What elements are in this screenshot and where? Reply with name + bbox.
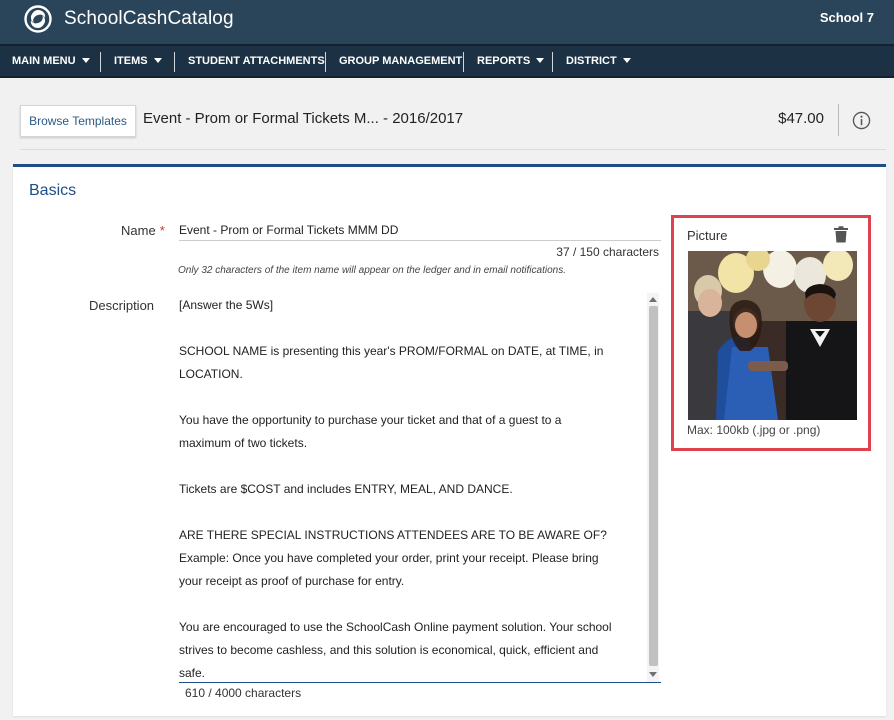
- description-line: [Answer the 5Ws]: [179, 298, 274, 312]
- nav-student-attachments[interactable]: STUDENT ATTACHMENTS: [188, 46, 325, 76]
- nav-group-management[interactable]: GROUP MANAGEMENT: [339, 46, 462, 76]
- name-input[interactable]: [179, 219, 661, 241]
- description-line: Example: Once you have completed your or…: [179, 551, 599, 565]
- description-line: ARE THERE SPECIAL INSTRUCTIONS ATTENDEES…: [179, 528, 607, 542]
- top-bar: SchoolCashCatalog School 7: [0, 0, 894, 44]
- nav-label: GROUP MANAGEMENT: [339, 55, 463, 67]
- nav-label: REPORTS: [477, 55, 531, 67]
- main-nav: MAIN MENU ITEMS STUDENT ATTACHMENTS GROU…: [0, 44, 894, 78]
- app-brand: SchoolCashCatalog: [64, 8, 234, 29]
- required-mark: *: [159, 223, 165, 238]
- nav-divider: [174, 52, 175, 72]
- scrollbar-thumb[interactable]: [649, 306, 658, 666]
- picture-label: Picture: [687, 228, 728, 243]
- description-scrollbar[interactable]: [647, 293, 659, 682]
- info-icon[interactable]: [852, 111, 871, 130]
- nav-main-menu[interactable]: MAIN MENU: [12, 46, 90, 76]
- description-label: Description: [89, 298, 155, 313]
- nav-divider: [552, 52, 553, 72]
- browse-templates-button[interactable]: Browse Templates: [20, 105, 136, 137]
- nav-label: STUDENT ATTACHMENTS: [188, 55, 325, 67]
- item-price: $47.00: [778, 110, 824, 127]
- schoolcash-logo-icon: [24, 5, 52, 33]
- description-line: maximum of two tickets.: [179, 436, 308, 450]
- description-line: You are encouraged to use the SchoolCash…: [179, 620, 612, 634]
- basics-card: Basics Name* 37 / 150 characters Only 32…: [13, 164, 886, 716]
- description-line: SCHOOL NAME is presenting this year's PR…: [179, 344, 604, 358]
- nav-reports[interactable]: REPORTS: [477, 46, 545, 76]
- name-label: Name *: [121, 223, 165, 238]
- picture-panel: Picture Max: 100kb (.jpg or .png): [671, 215, 871, 451]
- description-line: your receipt as proof of purchase for en…: [179, 574, 405, 588]
- trash-icon[interactable]: [833, 226, 849, 243]
- item-header: Browse Templates Event - Prom or Formal …: [0, 80, 894, 164]
- name-char-count: 37 / 150 characters: [556, 245, 659, 259]
- description-line: You have the opportunity to purchase you…: [179, 413, 562, 427]
- name-hint: Only 32 characters of the item name will…: [178, 265, 566, 276]
- description-line: strives to become cashless, and this sol…: [179, 643, 599, 657]
- nav-label: MAIN MENU: [12, 55, 76, 67]
- chevron-down-icon: [536, 57, 545, 63]
- prom-photo-image[interactable]: [688, 251, 857, 420]
- nav-divider: [325, 52, 326, 72]
- school-selector[interactable]: School 7: [820, 10, 874, 25]
- header-divider: [838, 104, 839, 136]
- description-line: safe.: [179, 666, 206, 680]
- item-title: Event - Prom or Formal Tickets M... - 20…: [143, 110, 464, 127]
- description-line: LOCATION.: [179, 367, 243, 381]
- chevron-down-icon: [153, 57, 162, 63]
- description-char-count: 610 / 4000 characters: [185, 686, 302, 700]
- chevron-down-icon: [622, 57, 631, 63]
- nav-label: DISTRICT: [566, 55, 617, 67]
- nav-label: ITEMS: [114, 55, 148, 67]
- section-title: Basics: [29, 182, 77, 199]
- scroll-up-icon[interactable]: [649, 297, 657, 302]
- nav-items[interactable]: ITEMS: [114, 46, 162, 76]
- nav-divider: [463, 52, 464, 72]
- scroll-down-icon[interactable]: [649, 672, 657, 677]
- description-textarea[interactable]: [Answer the 5Ws] SCHOOL NAME is presenti…: [179, 293, 661, 683]
- picture-hint: Max: 100kb (.jpg or .png): [687, 423, 821, 437]
- nav-district[interactable]: DISTRICT: [566, 46, 631, 76]
- nav-divider: [100, 52, 101, 72]
- chevron-down-icon: [81, 57, 90, 63]
- name-label-text: Name: [121, 223, 156, 238]
- description-line: Tickets are $COST and includes ENTRY, ME…: [179, 482, 513, 496]
- header-rule: [20, 149, 886, 150]
